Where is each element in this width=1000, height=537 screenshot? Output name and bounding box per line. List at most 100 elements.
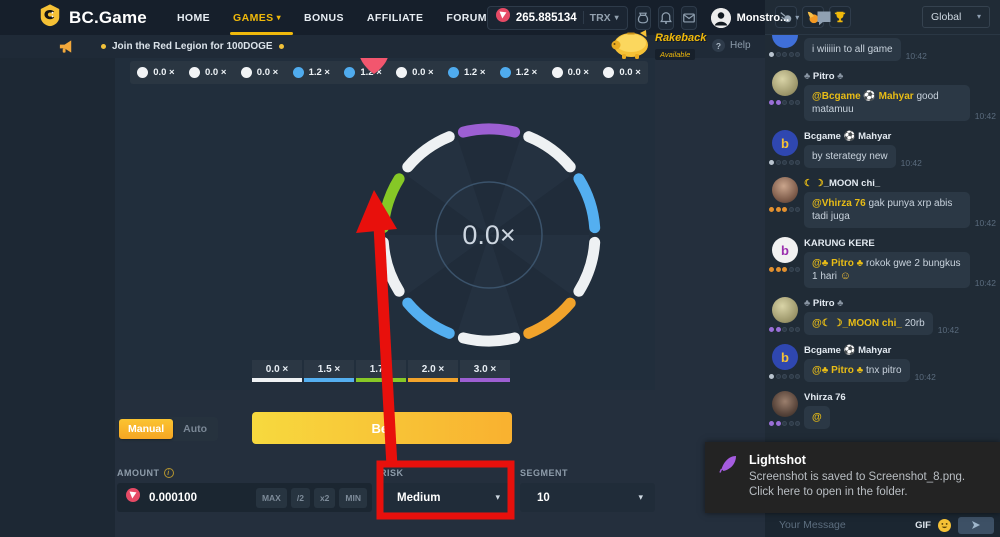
message-username[interactable]: Vhirza 76 <box>804 392 996 403</box>
logo[interactable]: BC.Game <box>38 3 147 33</box>
message-timestamp: 10:42 <box>975 278 996 288</box>
segment-select[interactable]: 10 <box>520 483 655 512</box>
message-bubble[interactable]: @Bcgame ⚽ Mahyar good matamuu <box>804 85 970 121</box>
chat-message-input[interactable] <box>777 518 908 532</box>
rank-dot <box>769 52 774 57</box>
bet-button[interactable]: Bet <box>252 412 512 444</box>
user-avatar[interactable]: b <box>772 344 798 370</box>
nav-link-affiliate[interactable]: AFFILIATE <box>367 0 423 35</box>
user-avatar[interactable] <box>772 177 798 203</box>
chevron-down-icon <box>615 14 619 22</box>
nav-link-label: BONUS <box>304 12 344 24</box>
user-avatar[interactable] <box>772 70 798 96</box>
message-avatar-col: b <box>769 130 799 168</box>
gif-button[interactable]: GIF <box>915 520 931 531</box>
rakeback-widget[interactable]: Rakeback Available <box>605 28 706 65</box>
nav-link-home[interactable]: HOME <box>177 0 210 35</box>
legend-value: 2.0 × <box>422 364 445 375</box>
message-username[interactable]: KARUNG KERE <box>804 238 996 249</box>
message-bubble[interactable]: @♣ Pitro ♣ rokok gwe 2 bungkus 1 hari ☺ <box>804 252 970 288</box>
result-value: 1.2 × <box>309 67 330 78</box>
question-icon: ? <box>712 39 725 52</box>
emoji-button[interactable] <box>938 519 951 532</box>
nav-link-forum[interactable]: FORUM <box>446 0 487 35</box>
min-button[interactable]: MIN <box>339 488 367 508</box>
history-result[interactable]: 0.0 × <box>241 67 278 78</box>
messages-button[interactable] <box>681 6 697 30</box>
history-result[interactable]: 0.0 × <box>396 67 433 78</box>
history-result[interactable]: 0.0 × <box>552 67 589 78</box>
message-bubble[interactable]: i wiiiiin to all game <box>804 38 901 61</box>
rank-badges <box>769 374 800 379</box>
history-result[interactable]: 1.2 × <box>293 67 330 78</box>
help-button[interactable]: ? Help <box>712 39 751 52</box>
notifications-button[interactable] <box>658 6 674 30</box>
user-avatar[interactable]: b <box>772 237 798 263</box>
chat-room-value: Global <box>931 11 961 23</box>
trx-coin-icon <box>496 8 510 27</box>
mention: @☾ ☽_MOON chi_ <box>812 318 902 329</box>
send-button[interactable] <box>958 517 994 534</box>
rank-dot <box>789 374 794 379</box>
history-result[interactable]: 1.2 × <box>448 67 485 78</box>
username-part: ☾ ☽ <box>804 178 824 189</box>
wallet-button[interactable] <box>635 6 651 30</box>
chat-message: b KARUNG KERE @♣ Pitro ♣ rokok gwe 2 bungk… <box>769 237 996 288</box>
message-body: ♣ Pitro ♣@Bcgame ⚽ Mahyar good matamuu10… <box>804 70 996 121</box>
message-body: Vhirza 76 @ <box>804 391 996 429</box>
message-username[interactable]: Bcgame ⚽ Mahyar <box>804 131 996 142</box>
info-icon[interactable]: i <box>164 468 174 478</box>
message-username[interactable]: ☾ ☽_MOON chi_ <box>804 178 996 189</box>
risk-select[interactable]: Medium <box>380 483 512 512</box>
bc-logo-icon <box>38 3 62 33</box>
chevron-down-icon <box>277 14 281 22</box>
trx-coin-icon <box>126 488 140 507</box>
max-button[interactable]: MAX <box>256 488 287 508</box>
message-username[interactable]: Bcgame ⚽ Mahyar <box>804 345 996 356</box>
history-result[interactable]: 0.0 × <box>603 67 640 78</box>
half-button[interactable]: /2 <box>291 488 310 508</box>
balance-pill[interactable]: 265.885134 TRX <box>487 6 628 30</box>
message-bubble-row: @♣ Pitro ♣ rokok gwe 2 bungkus 1 hari ☺ 1… <box>804 252 996 288</box>
message-avatar-col <box>769 297 799 335</box>
currency-select[interactable]: TRX <box>590 12 619 24</box>
mention: @♣ Pitro ♣ <box>812 365 863 376</box>
message-bubble[interactable]: @☾ ☽_MOON chi_ 20rb <box>804 312 933 335</box>
bulb-icon <box>279 44 284 49</box>
amount-input[interactable] <box>147 491 252 505</box>
double-button[interactable]: x2 <box>314 488 335 508</box>
message-bubble[interactable]: by sterategy new <box>804 145 896 168</box>
rank-dot <box>776 374 781 379</box>
legend-cell: 3.0 × <box>460 360 510 382</box>
message-username[interactable]: ♣ Pitro ♣ <box>804 298 996 309</box>
nav-link-bonus[interactable]: BONUS <box>304 0 344 35</box>
history-result[interactable]: 0.0 × <box>137 67 174 78</box>
message-text: 20rb <box>902 318 925 329</box>
user-avatar[interactable] <box>772 35 798 48</box>
lightshot-notification[interactable]: Lightshot Screenshot is saved to Screens… <box>705 442 1000 513</box>
chat-header: Global <box>765 0 1000 35</box>
chat-toggle-icon[interactable] <box>815 9 833 27</box>
nav-link-label: GAMES <box>233 12 274 24</box>
user-avatar[interactable] <box>772 391 798 417</box>
result-value: 0.0 × <box>257 67 278 78</box>
nav-link-games[interactable]: GAMES <box>233 0 281 35</box>
message-bubble[interactable]: @♣ Pitro ♣ tnx pitro <box>804 359 910 382</box>
user-avatar[interactable] <box>772 297 798 323</box>
user-menu[interactable]: Monstro... <box>711 8 800 28</box>
message-bubble-row: @Vhirza 76 gak punya xrp abis tadi juga1… <box>804 192 996 228</box>
manual-tab[interactable]: Manual <box>119 419 173 439</box>
rank-dot <box>769 100 774 105</box>
chat-room-select[interactable]: Global <box>922 6 990 28</box>
result-dot <box>500 67 511 78</box>
auto-tab[interactable]: Auto <box>173 423 217 435</box>
result-value: 0.0 × <box>205 67 226 78</box>
user-avatar[interactable]: b <box>772 130 798 156</box>
history-result[interactable]: 1.2 × <box>500 67 537 78</box>
message-username[interactable]: ♣ Pitro ♣ <box>804 71 996 82</box>
message-bubble[interactable]: @Vhirza 76 gak punya xrp abis tadi juga <box>804 192 970 228</box>
chat-message: bBcgame ⚽ Mahyarby sterategy new10:42 <box>769 130 996 168</box>
history-result[interactable]: 0.0 × <box>189 67 226 78</box>
message-bubble[interactable]: @ <box>804 406 830 429</box>
rank-dot <box>769 267 774 272</box>
